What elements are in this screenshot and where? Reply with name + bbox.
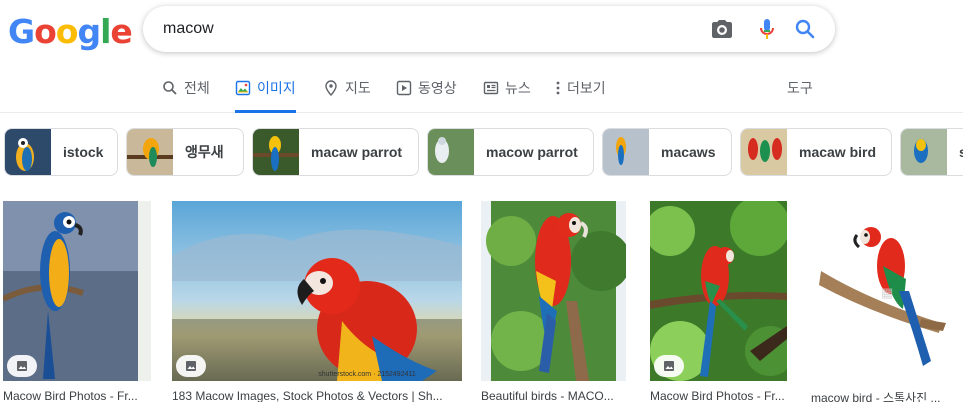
chip-label: istock [63,144,104,160]
watermark-text: shutterstock.com · 2152492411 [318,371,416,378]
tab-label: 뉴스 [505,80,531,96]
tab-label: 이미지 [257,80,296,96]
mic-icon[interactable] [755,17,779,41]
tab-label: 도구 [787,80,813,96]
google-logo[interactable]: Google [8,12,133,51]
chip-label: 앵무새 [185,144,224,160]
result-thumbnail [650,201,787,381]
chip-label: macaws [661,144,716,160]
chip-parrot-kr[interactable]: 앵무새 [126,128,244,176]
search-tabs: 전체 이미지 지도 동영상 뉴스 더보기 도구 [0,70,963,113]
logo-letter: o [34,12,57,51]
chip-label: macow parrot [486,144,578,160]
result-caption: 183 Macow Images, Stock Photos & Vectors… [172,389,443,402]
chip-thumbnail [741,129,787,175]
news-icon [483,81,499,95]
tab-maps[interactable]: 지도 [323,78,371,113]
tab-more[interactable]: 더보기 [555,78,606,113]
result-caption: Macow Bird Photos - Fr... [3,389,138,402]
chip-label: s [947,144,963,160]
more-vert-icon [556,81,560,95]
chip-thumbnail [603,129,649,175]
search-icon [163,81,177,95]
chip-more[interactable]: s [900,128,963,176]
chip-thumbnail [901,129,947,175]
logo-letter: G [8,12,35,51]
tab-news[interactable]: 뉴스 [483,78,531,113]
tab-label: 전체 [184,80,210,96]
result-thumbnail [3,201,151,381]
camera-icon[interactable] [710,17,734,41]
google-images-page: Google 전체 이미지 지도 동영상 [0,0,963,402]
search-input[interactable] [163,6,663,52]
result-caption: Beautiful birds - MACO... [481,389,614,402]
logo-letter: l [100,12,111,51]
search-box [143,6,835,52]
logo-letter: e [110,12,132,51]
chip-thumbnail [253,129,299,175]
chip-macaw-bird[interactable]: macaw bird [740,128,892,176]
logo-letter: g [77,12,101,51]
chip-istock[interactable]: istock [4,128,118,176]
result-caption: macow bird - 스톡사진 ... [811,391,941,402]
result-caption: Macow Bird Photos - Fr... [650,389,785,402]
tab-label: 지도 [345,80,371,96]
related-chips: istock 앵무새 macaw parrot macow parrot mac… [0,128,963,178]
tab-videos[interactable]: 동영상 [396,78,457,113]
image-badge-icon [654,355,684,377]
chip-macaws[interactable]: macaws [602,128,732,176]
chip-label: macaw parrot [311,144,403,160]
play-icon [396,80,412,96]
tab-all[interactable]: 전체 [162,78,210,113]
svg-text:▦: ▦ [881,285,893,300]
result-thumbnail: shutterstock.com · 2152492411 [172,201,462,381]
chip-macow-parrot[interactable]: macow parrot [427,128,594,176]
logo-letter: o [55,12,79,51]
tab-label: 동영상 [418,80,457,96]
tab-images[interactable]: 이미지 [235,78,296,113]
chip-macaw-parrot[interactable]: macaw parrot [252,128,419,176]
image-icon [235,80,251,96]
tab-label: 더보기 [567,80,606,96]
chip-label: macaw bird [799,144,877,160]
chip-thumbnail [5,129,51,175]
chip-thumbnail [428,129,474,175]
search-icon[interactable] [793,17,817,41]
image-badge-icon [176,355,206,377]
tab-tools[interactable]: 도구 [787,78,813,113]
map-pin-icon [325,80,337,96]
result-thumbnail: ▦ [811,201,958,381]
image-badge-icon [7,355,37,377]
result-thumbnail [481,201,626,381]
chip-thumbnail [127,129,173,175]
